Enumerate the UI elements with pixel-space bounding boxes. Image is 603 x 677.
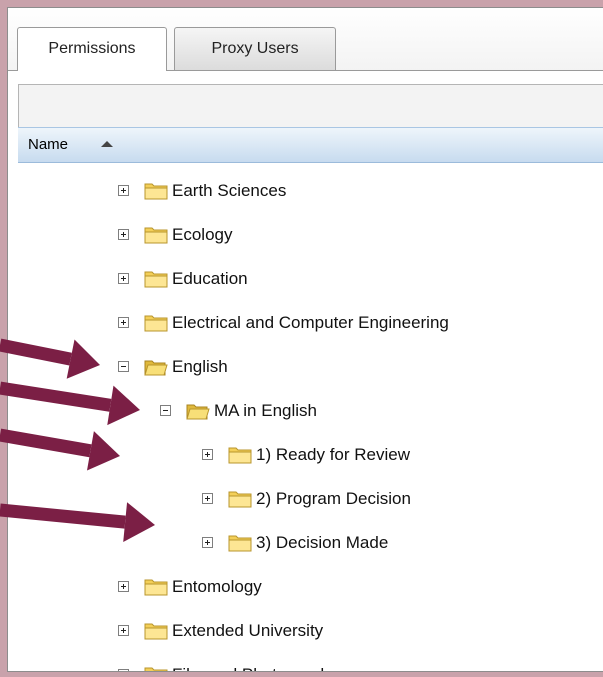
annotation-arrow bbox=[0, 338, 72, 366]
annotation-arrows bbox=[0, 338, 155, 543]
annotation-arrow bbox=[0, 503, 126, 529]
annotation-arrowhead bbox=[123, 502, 155, 543]
annotation-arrowhead bbox=[87, 431, 120, 471]
annotation-arrow bbox=[0, 381, 112, 412]
annotation-arrow bbox=[0, 428, 92, 458]
annotation-arrowhead bbox=[66, 339, 100, 379]
tab-permissions[interactable]: Permissions bbox=[17, 27, 167, 71]
annotation-arrowhead bbox=[107, 385, 140, 426]
